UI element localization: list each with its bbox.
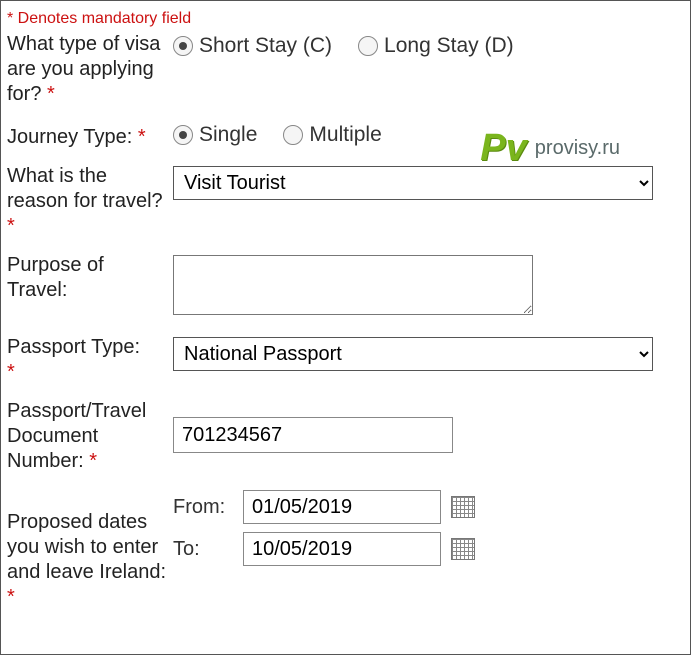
label-purpose: Purpose of Travel:	[7, 253, 173, 303]
radio-multiple-label: Multiple	[309, 123, 381, 147]
row-dates: Proposed dates you wish to enter and lea…	[7, 488, 684, 610]
row-reason: What is the reason for travel? * Visit T…	[7, 164, 684, 239]
label-reason: What is the reason for travel? *	[7, 164, 173, 239]
row-purpose: Purpose of Travel:	[7, 253, 684, 321]
label-journey-type: Journey Type: *	[7, 121, 173, 150]
row-passport-number: Passport/Travel Document Number: *	[7, 399, 684, 474]
radio-single-label: Single	[199, 123, 257, 147]
label-passport-number: Passport/Travel Document Number: *	[7, 399, 173, 474]
field-purpose	[173, 253, 684, 321]
date-to-input[interactable]	[243, 532, 441, 566]
from-sublabel: From:	[173, 496, 233, 519]
asterisk: *	[47, 83, 55, 105]
radio-single[interactable]: Single	[173, 123, 257, 147]
radio-multiple[interactable]: Multiple	[283, 123, 381, 147]
label-dates-text: Proposed dates you wish to enter and lea…	[7, 511, 166, 583]
logo-text: provisy.ru	[535, 137, 620, 160]
label-journey-type-text: Journey Type:	[7, 126, 132, 148]
label-passport-type: Passport Type: *	[7, 335, 173, 385]
asterisk: *	[7, 215, 15, 237]
label-passport-number-text: Passport/Travel Document Number:	[7, 400, 146, 472]
radio-long-stay[interactable]: Long Stay (D)	[358, 34, 514, 58]
visa-type-radio-group: Short Stay (C) Long Stay (D)	[173, 34, 684, 58]
label-passport-type-text: Passport Type:	[7, 336, 140, 358]
radio-circle-icon	[283, 125, 303, 145]
date-from-input[interactable]	[243, 490, 441, 524]
label-visa-type: What type of visa are you applying for? …	[7, 32, 173, 107]
form-container: * Denotes mandatory field What type of v…	[0, 0, 691, 655]
calendar-icon[interactable]	[451, 496, 475, 518]
date-to-line: To:	[173, 532, 684, 566]
passport-number-input[interactable]	[173, 417, 453, 453]
asterisk: *	[7, 361, 15, 383]
radio-long-stay-label: Long Stay (D)	[384, 34, 514, 58]
mandatory-note: * Denotes mandatory field	[7, 9, 684, 28]
asterisk: *	[138, 126, 146, 148]
radio-circle-icon	[358, 36, 378, 56]
label-visa-type-text: What type of visa are you applying for?	[7, 33, 160, 105]
field-reason: Visit Tourist	[173, 164, 684, 200]
date-from-line: From:	[173, 490, 684, 524]
purpose-textarea[interactable]	[173, 255, 533, 315]
label-dates: Proposed dates you wish to enter and lea…	[7, 488, 173, 610]
to-sublabel: To:	[173, 538, 233, 561]
row-passport-type: Passport Type: * National Passport	[7, 335, 684, 385]
asterisk: *	[7, 586, 15, 608]
field-dates: From: To:	[173, 488, 684, 574]
provisy-logo: Pv provisy.ru	[480, 129, 620, 167]
radio-dot-icon	[173, 36, 193, 56]
radio-dot-icon	[173, 125, 193, 145]
radio-short-stay[interactable]: Short Stay (C)	[173, 34, 332, 58]
field-passport-number	[173, 399, 684, 453]
reason-select[interactable]: Visit Tourist	[173, 166, 653, 200]
calendar-icon[interactable]	[451, 538, 475, 560]
asterisk: *	[89, 450, 97, 472]
field-visa-type: Short Stay (C) Long Stay (D)	[173, 32, 684, 58]
row-visa-type: What type of visa are you applying for? …	[7, 32, 684, 107]
label-reason-text: What is the reason for travel?	[7, 165, 163, 212]
radio-short-stay-label: Short Stay (C)	[199, 34, 332, 58]
field-passport-type: National Passport	[173, 335, 684, 371]
logo-mark: Pv	[480, 129, 526, 167]
passport-type-select[interactable]: National Passport	[173, 337, 653, 371]
